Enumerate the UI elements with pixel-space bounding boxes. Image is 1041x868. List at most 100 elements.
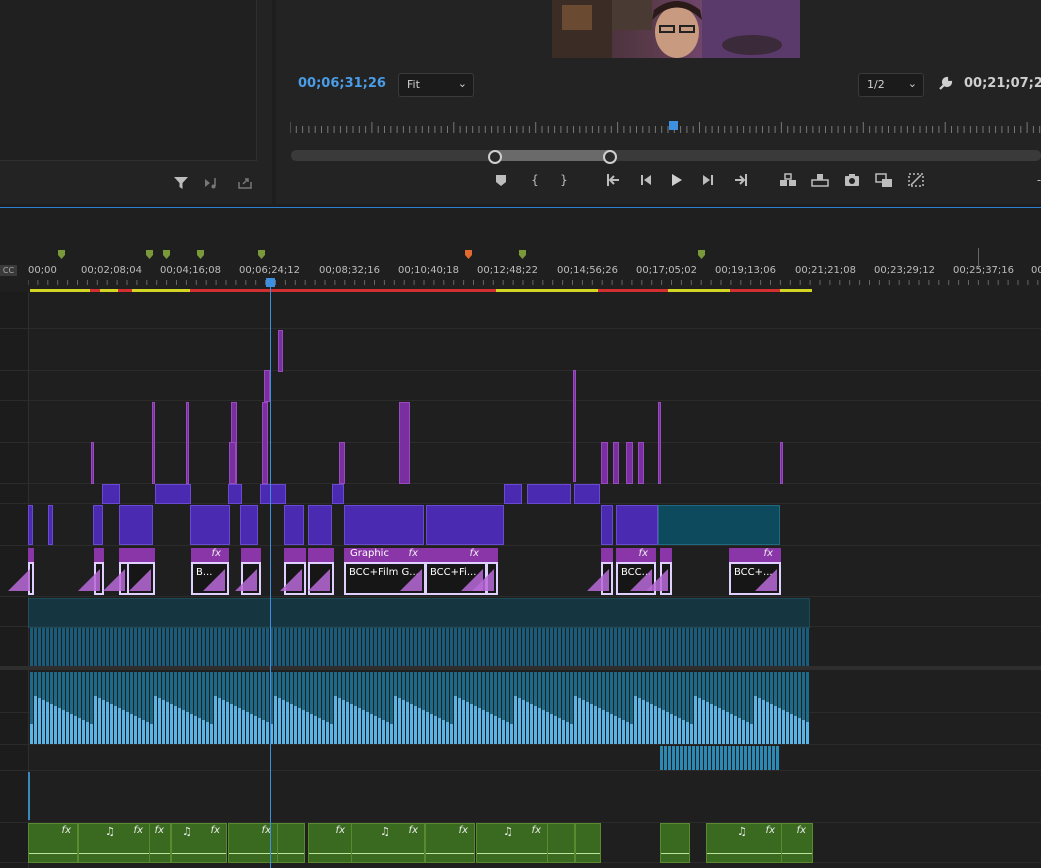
audio-clip[interactable] — [586, 702, 589, 744]
audio-clip[interactable] — [726, 712, 729, 744]
audio-clip[interactable] — [446, 722, 449, 744]
audio-clip[interactable] — [774, 706, 777, 744]
music-clip[interactable]: ♫ fx — [476, 823, 548, 863]
audio-clip[interactable] — [678, 672, 681, 718]
audio-clip[interactable] — [206, 722, 209, 744]
audio-clip[interactable] — [660, 746, 663, 770]
audio-clip[interactable] — [218, 698, 221, 744]
audio-clip[interactable] — [122, 710, 125, 744]
audio-clip[interactable] — [362, 628, 365, 666]
audio-clip[interactable] — [554, 628, 557, 666]
audio-clip[interactable] — [342, 672, 345, 700]
audio-clip[interactable] — [222, 672, 225, 700]
audio-clip[interactable] — [594, 672, 597, 706]
audio-clip[interactable] — [782, 710, 785, 744]
audio-clip[interactable] — [258, 628, 261, 666]
audio-clip[interactable] — [342, 628, 345, 666]
audio-clip[interactable] — [570, 724, 573, 744]
audio-clip[interactable] — [450, 724, 453, 744]
audio-clip[interactable] — [442, 628, 445, 666]
audio-clip[interactable] — [546, 672, 549, 712]
graphic-clip[interactable] — [527, 484, 571, 504]
audio-clip[interactable] — [194, 716, 197, 744]
audio-clip[interactable] — [202, 672, 205, 720]
audio-clip[interactable] — [70, 628, 73, 666]
audio-clip[interactable] — [318, 628, 321, 666]
video-clip[interactable] — [48, 505, 53, 545]
audio-clip[interactable] — [150, 724, 153, 744]
audio-clip[interactable] — [42, 628, 45, 666]
audio-clip[interactable] — [618, 718, 621, 744]
audio-clip[interactable] — [538, 628, 541, 666]
audio-clip[interactable] — [716, 746, 719, 770]
audio-clip[interactable] — [278, 672, 281, 698]
audio-clip[interactable] — [634, 672, 637, 696]
audio-clip[interactable] — [438, 672, 441, 718]
audio-clip[interactable] — [462, 628, 465, 666]
audio-clip[interactable] — [302, 710, 305, 744]
audio-clip[interactable] — [782, 628, 785, 666]
audio-clip[interactable] — [782, 672, 785, 710]
audio-clip[interactable] — [286, 702, 289, 744]
audio-to-track-icon[interactable] — [204, 176, 220, 190]
audio-clip[interactable] — [626, 672, 629, 722]
audio-clip[interactable] — [742, 672, 745, 720]
audio-clip[interactable] — [334, 628, 337, 666]
audio-clip[interactable] — [422, 672, 425, 710]
audio-clip[interactable] — [154, 628, 157, 666]
music-clip[interactable]: ♫ fx — [78, 823, 150, 863]
audio-clip[interactable] — [486, 672, 489, 712]
audio-clip[interactable] — [114, 672, 117, 706]
audio-clip[interactable] — [766, 628, 769, 666]
audio-clip[interactable] — [740, 746, 743, 770]
audio-clip[interactable] — [214, 672, 217, 696]
audio-clip[interactable] — [798, 628, 801, 666]
audio-clip[interactable] — [126, 712, 129, 744]
audio-clip[interactable] — [598, 708, 601, 744]
audio-clip[interactable] — [182, 628, 185, 666]
audio-clip[interactable] — [760, 746, 763, 770]
audio-clip[interactable] — [786, 712, 789, 744]
audio-clip[interactable] — [134, 672, 137, 716]
video-clip[interactable] — [152, 402, 155, 484]
audio-clip[interactable] — [322, 628, 325, 666]
audio-clip[interactable] — [566, 628, 569, 666]
audio-clip[interactable] — [506, 722, 509, 744]
audio-clip[interactable] — [286, 672, 289, 702]
audio-clip[interactable] — [370, 714, 373, 744]
audio-clip[interactable] — [430, 672, 433, 714]
audio-clip[interactable] — [34, 696, 37, 744]
graphic-clip[interactable] — [504, 484, 522, 504]
audio-clip[interactable] — [750, 672, 753, 724]
audio-clip[interactable] — [314, 716, 317, 744]
audio-clip[interactable] — [322, 720, 325, 744]
audio-clip[interactable] — [290, 704, 293, 744]
audio-clip[interactable] — [142, 672, 145, 720]
audio-clip[interactable] — [202, 628, 205, 666]
audio-clip[interactable] — [582, 700, 585, 744]
audio-clip[interactable] — [226, 702, 229, 744]
audio-clip[interactable] — [374, 716, 377, 744]
audio-clip[interactable] — [638, 628, 641, 666]
zoom-dropdown[interactable]: Fit ⌄ — [398, 73, 474, 97]
audio-clip[interactable] — [654, 706, 657, 744]
audio-clip[interactable] — [446, 672, 449, 722]
audio-clip[interactable] — [250, 672, 253, 714]
audio-clip[interactable] — [738, 718, 741, 744]
graphic-clip[interactable] — [235, 548, 261, 595]
export-frame-icon[interactable] — [843, 171, 861, 189]
audio-clip[interactable] — [752, 746, 755, 770]
audio-clip[interactable] — [234, 628, 237, 666]
video-clip[interactable] — [613, 442, 619, 484]
audio-clip[interactable] — [146, 722, 149, 744]
video-clip[interactable] — [616, 505, 658, 545]
audio-clip[interactable] — [46, 702, 49, 744]
audio-clip[interactable] — [550, 714, 553, 744]
audio-clip[interactable] — [678, 628, 681, 666]
audio-clip[interactable] — [154, 696, 157, 744]
audio-clip[interactable] — [678, 718, 681, 744]
audio-clip[interactable] — [206, 672, 209, 722]
audio-clip[interactable] — [170, 704, 173, 744]
audio-clip[interactable] — [86, 628, 89, 666]
track-separator[interactable] — [0, 666, 1041, 670]
